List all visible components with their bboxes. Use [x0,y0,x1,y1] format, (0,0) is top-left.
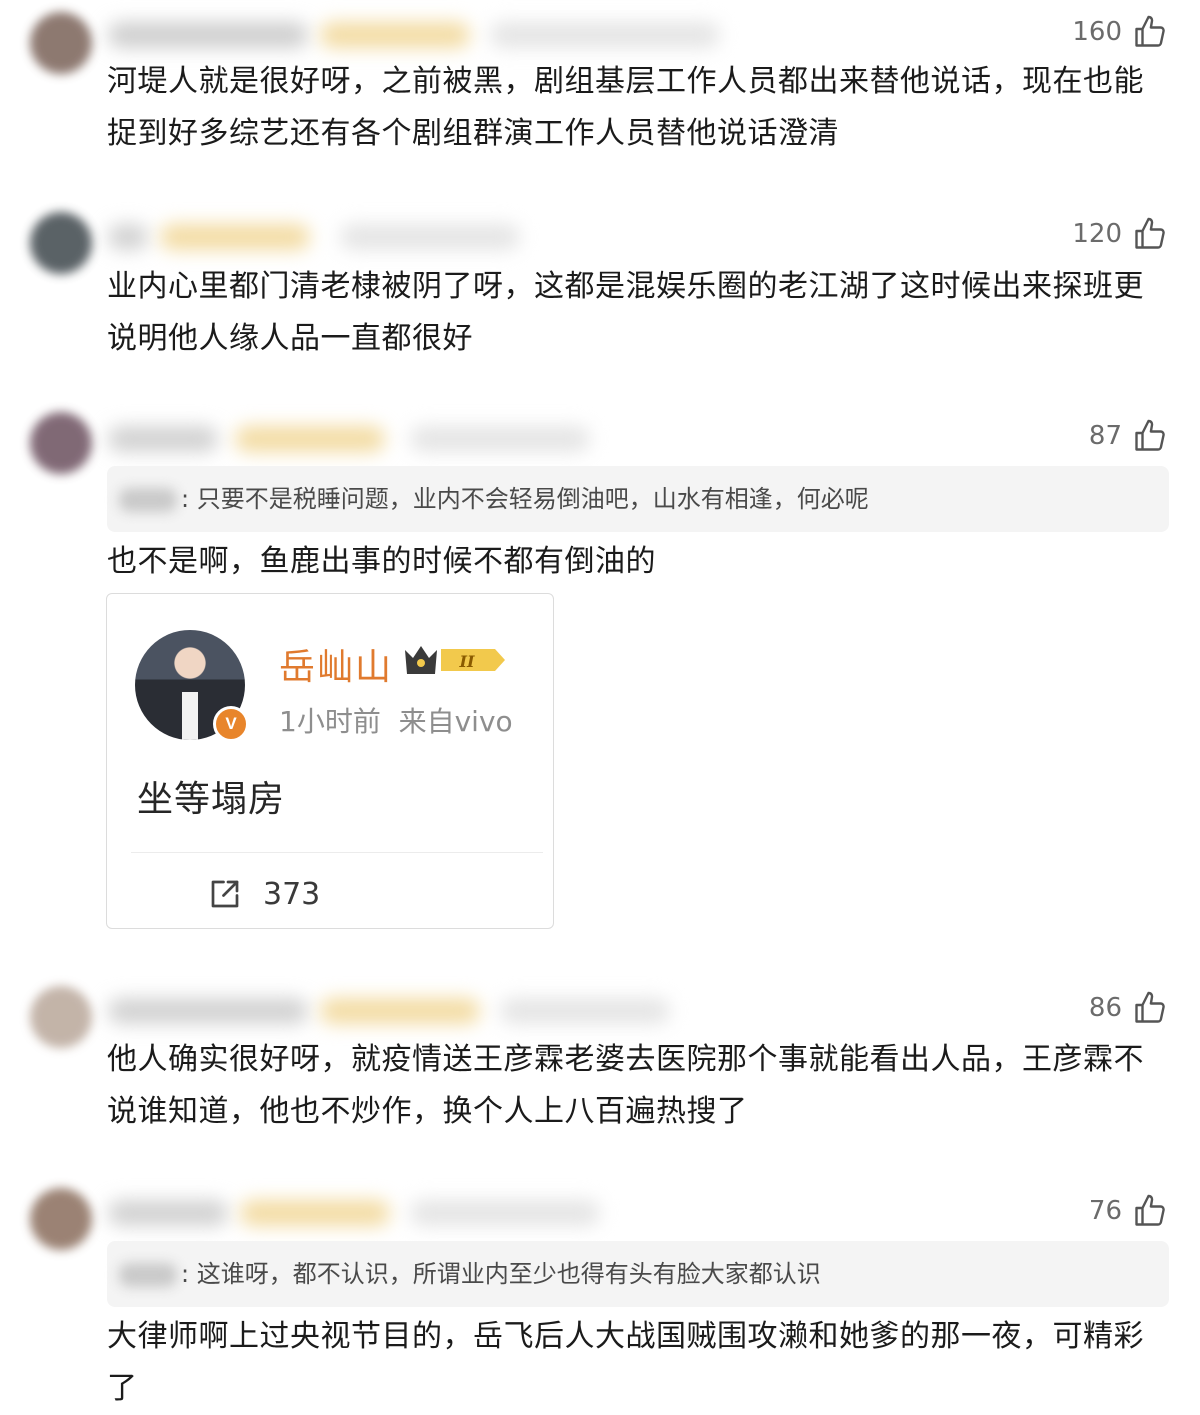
post-content: 坐等塌房 [137,779,286,820]
embedded-post-card[interactable]: V 岳屾山 II 1小时前 来自vivo 坐等塌房 373 [106,593,554,929]
like-button[interactable]: 160 [1072,14,1168,50]
username-blurred[interactable] [108,1200,228,1226]
quoted-reply[interactable]: : 这谁呀，都不认识，所谓业内至少也得有头有脸大家都认识 [107,1241,1169,1307]
avatar[interactable] [30,212,92,274]
share-count: 373 [263,876,321,912]
user-badge-blurred [240,1200,390,1226]
comment-text: 业内心里都门清老棣被阴了呀，这都是混娱乐圈的老江湖了这时候出来探班更说明他人缘人… [107,269,1144,356]
user-badge-blurred [235,426,385,452]
like-button[interactable]: 86 [1089,990,1168,1026]
timestamp-blurred [410,1200,600,1226]
comment-text: 他人确实很好呀，就疫情送王彦霖老婆去医院那个事就能看出人品，王彦霖不说谁知道，他… [107,1042,1144,1129]
like-count: 87 [1088,421,1122,451]
divider [131,852,543,853]
like-button[interactable]: 87 [1089,418,1168,454]
quoted-username-blurred [119,488,177,512]
username-blurred[interactable] [108,224,148,250]
crown-icon: II [405,646,505,674]
avatar[interactable] [30,1188,92,1250]
thumbs-up-icon [1135,217,1165,249]
avatar[interactable] [30,986,92,1048]
avatar[interactable] [30,12,92,74]
timestamp-blurred [500,998,670,1024]
comment-text: 大律师啊上过央视节目的，岳飞后人大战国贼围攻濑和她爹的那一夜，可精彩了 [107,1319,1144,1406]
share-button[interactable]: 373 [207,876,320,912]
user-badge-blurred [320,22,470,48]
share-icon [211,880,239,908]
quoted-text: : 只要不是税睡问题，业内不会轻易倒油吧，山水有相逢，何必呢 [181,485,869,513]
post-meta: 1小时前 来自vivo [279,705,513,738]
like-count: 120 [1072,219,1122,249]
quoted-text: : 这谁呀，都不认识，所谓业内至少也得有头有脸大家都认识 [181,1260,821,1288]
verified-badge-icon: V [213,706,249,742]
like-button[interactable]: 76 [1089,1193,1168,1229]
username-blurred[interactable] [108,426,218,452]
like-count: 160 [1072,17,1122,47]
timestamp-blurred [340,224,520,250]
user-badge-blurred [160,224,310,250]
thumbs-up-icon [1135,991,1165,1023]
thumbs-up-icon [1135,1194,1165,1226]
quoted-username-blurred [119,1263,177,1287]
thumbs-up-icon [1135,15,1165,47]
avatar[interactable] [30,412,92,474]
username-blurred[interactable] [108,998,308,1024]
thumbs-up-icon [1135,419,1165,451]
username-blurred[interactable] [108,22,308,48]
timestamp-blurred [410,426,590,452]
like-count: 86 [1088,993,1122,1023]
comment-text: 河堤人就是很好呀，之前被黑，剧组基层工作人员都出来替他说话，现在也能捉到好多综艺… [107,64,1144,151]
like-button[interactable]: 120 [1072,216,1168,252]
level-badge: II [459,652,475,671]
comment-text: 也不是啊，鱼鹿出事的时候不都有倒油的 [107,544,656,579]
like-count: 76 [1088,1196,1122,1226]
author-name[interactable]: 岳屾山 [279,638,393,690]
user-badge-blurred [320,998,480,1024]
timestamp-blurred [490,22,720,48]
quoted-reply[interactable]: : 只要不是税睡问题，业内不会轻易倒油吧，山水有相逢，何必呢 [107,466,1169,532]
